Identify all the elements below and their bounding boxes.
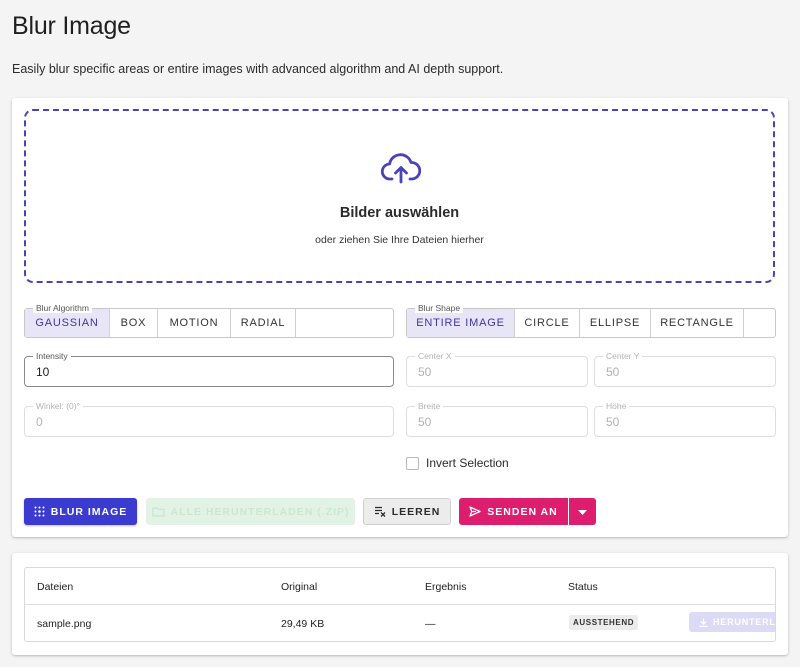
cloud-upload-icon	[381, 153, 421, 184]
folder-icon	[151, 506, 165, 517]
download-all-zip-label: ALLE HERUNTERLADEN (.ZIP)	[170, 505, 350, 518]
blur-grid-icon	[34, 506, 45, 517]
original-size-cell: 29,49 KB	[281, 618, 325, 630]
shape-option-rectangle[interactable]: RECTANGLE	[651, 309, 744, 337]
invert-selection-label: Invert Selection	[426, 456, 509, 470]
blur-algorithm-legend: Blur Algorithm	[33, 303, 92, 313]
send-to-label: SENDEN AN	[487, 505, 558, 518]
dropzone-subtitle: oder ziehen Sie Ihre Dateien hierher	[315, 234, 484, 246]
column-header-files: Dateien	[37, 581, 74, 593]
file-name-cell: sample.png	[37, 618, 92, 630]
invert-selection[interactable]: Invert Selection	[406, 456, 509, 470]
clear-list-icon	[374, 506, 386, 517]
file-dropzone[interactable]: Bilder auswählen oder ziehen Sie Ihre Da…	[24, 109, 775, 283]
files-card: Dateien Original Ergebnis Status sample.…	[12, 553, 788, 655]
intensity-field[interactable]: Intensity 10	[24, 351, 394, 387]
blur-shape-legend: Blur Shape	[415, 303, 464, 313]
shape-option-entire-image[interactable]: ENTIRE IMAGE	[407, 309, 515, 337]
blur-algorithm-group: Blur Algorithm GAUSSIAN BOX MOTION RADIA…	[24, 303, 394, 338]
table-header-divider	[25, 604, 775, 605]
page-title: Blur Image	[12, 12, 131, 40]
dropzone-title: Bilder auswählen	[339, 205, 460, 221]
angle-label: Winkel: (0)°	[33, 401, 84, 411]
clear-button[interactable]: LEEREN	[363, 498, 451, 525]
send-to-button[interactable]: SENDEN AN	[459, 498, 568, 525]
page-description: Easily blur specific areas or entire ima…	[12, 62, 504, 76]
download-all-zip-button[interactable]: ALLE HERUNTERLADEN (.ZIP)	[146, 498, 355, 525]
width-value: 50	[418, 415, 432, 429]
column-header-original: Original	[281, 581, 318, 593]
algorithm-option-motion[interactable]: MOTION	[158, 309, 231, 337]
intensity-label: Intensity	[33, 351, 71, 361]
algorithm-option-box[interactable]: BOX	[110, 309, 158, 337]
blur-image-label: BLUR IMAGE	[50, 505, 128, 518]
width-label: Breite	[415, 401, 444, 411]
shape-option-circle[interactable]: CIRCLE	[515, 309, 580, 337]
height-label: Höhe	[603, 401, 630, 411]
center-y-value: 50	[606, 365, 620, 379]
clear-label: LEEREN	[391, 505, 441, 518]
width-field: Breite 50	[406, 401, 588, 437]
result-cell: —	[425, 618, 436, 630]
angle-field: Winkel: (0)° 0	[24, 401, 394, 437]
blur-shape-group: Blur Shape ENTIRE IMAGE CIRCLE ELLIPSE R…	[406, 303, 776, 338]
row-download-button[interactable]: HERUNTERLADEN	[689, 612, 776, 632]
shape-option-ellipse[interactable]: ELLIPSE	[580, 309, 651, 337]
center-x-field: Center X 50	[406, 351, 588, 387]
column-header-status: Status	[568, 581, 598, 593]
algorithm-option-gaussian[interactable]: GAUSSIAN	[25, 309, 110, 337]
height-field: Höhe 50	[594, 401, 776, 437]
height-value: 50	[606, 415, 620, 429]
center-y-field: Center Y 50	[594, 351, 776, 387]
intensity-value: 10	[36, 365, 50, 379]
center-x-label: Center X	[415, 351, 455, 361]
center-x-value: 50	[418, 365, 432, 379]
download-icon	[699, 618, 708, 627]
blur-settings-card: Bilder auswählen oder ziehen Sie Ihre Da…	[12, 98, 788, 537]
files-table: Dateien Original Ergebnis Status sample.…	[24, 567, 776, 642]
blur-image-button[interactable]: BLUR IMAGE	[24, 498, 137, 525]
caret-down-icon	[578, 506, 587, 518]
invert-selection-checkbox[interactable]	[406, 456, 419, 470]
send-to-dropdown-button[interactable]	[569, 498, 596, 525]
angle-value: 0	[36, 415, 43, 429]
send-icon	[469, 506, 481, 517]
algorithm-option-radial[interactable]: RADIAL	[231, 309, 296, 337]
column-header-result: Ergebnis	[425, 581, 467, 593]
status-badge: AUSSTEHEND	[569, 615, 639, 630]
center-y-label: Center Y	[603, 351, 643, 361]
row-download-label: HERUNTERLADEN	[713, 617, 776, 627]
